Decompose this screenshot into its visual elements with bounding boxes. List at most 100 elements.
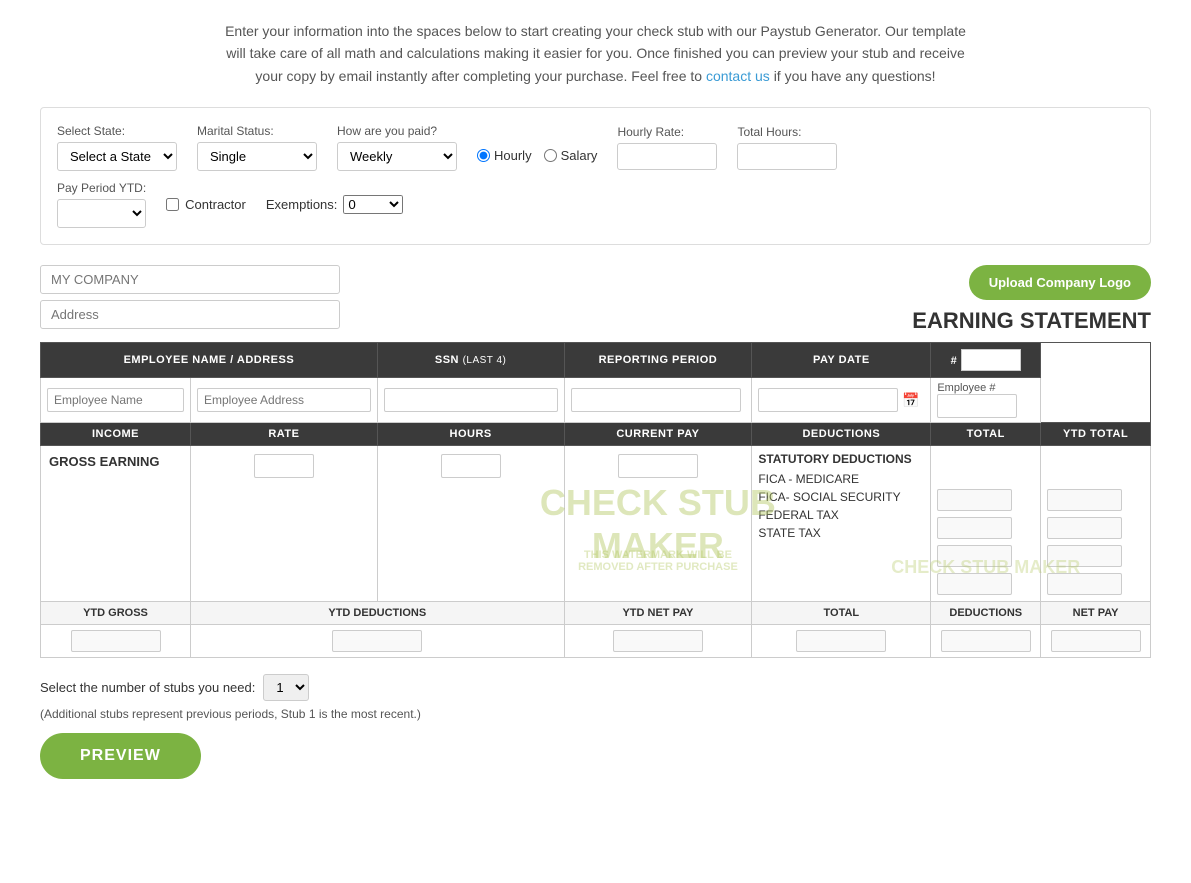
employee-info-row: XXXX 09/22/2023 - 09/28/2023 09/29/2023 … — [41, 378, 1151, 423]
total-hours-label: Total Hours: — [737, 125, 837, 139]
ytd-deductions-value-cell: 375.50 — [191, 625, 565, 658]
fica-medicare-row: FICA - MEDICARE — [758, 472, 924, 486]
federal-tax-ytd[interactable]: 225.50 — [1047, 545, 1122, 567]
right-header: Upload Company Logo EARNING STATEMENT — [912, 265, 1151, 334]
fica-ss-ytd-row: 124.00 — [1047, 517, 1144, 539]
contractor-label: Contractor — [185, 197, 246, 212]
deductions-summary-label: DEDUCTIONS — [931, 602, 1041, 625]
state-select[interactable]: Select a State — [57, 142, 177, 171]
employee-num-input[interactable] — [937, 394, 1017, 418]
summary-label-row: YTD GROSS YTD DEDUCTIONS YTD NET PAY TOT… — [41, 602, 1151, 625]
total-input[interactable]: 400.00 — [796, 630, 886, 652]
fica-ss-row: FICA- SOCIAL SECURITY — [758, 490, 924, 504]
calendar-icon[interactable]: 📅 — [902, 392, 919, 409]
contact-link[interactable]: contact us — [706, 68, 770, 84]
exemptions-group: Exemptions: 0 — [266, 195, 404, 214]
gross-rate-input[interactable]: 10 — [254, 454, 314, 478]
fica-ss-ytd[interactable]: 124.00 — [1047, 517, 1122, 539]
income-col-header: INCOME — [41, 423, 191, 446]
deductions-col-header: DEDUCTIONS — [752, 423, 931, 446]
total-hours-input[interactable]: 40 — [737, 143, 837, 170]
stub-header: Upload Company Logo EARNING STATEMENT — [40, 265, 1151, 334]
pay-period-label: Pay Period YTD: — [57, 181, 146, 195]
deductions-ytd-cell: 29.00 124.00 225.50 0.00 — [1041, 446, 1151, 602]
hours-col-header: HOURS — [377, 423, 564, 446]
deductions-input[interactable]: 75.10 — [941, 630, 1031, 652]
salary-radio[interactable] — [544, 149, 557, 162]
gross-hours-cell: 40 — [377, 446, 564, 602]
deductions-value-cell: 75.10 — [931, 625, 1041, 658]
state-tax-row: STATE TAX — [758, 526, 924, 540]
employee-name-cell — [41, 378, 191, 423]
marital-label: Marital Status: — [197, 124, 317, 138]
controls-box: Select State: Select a State Marital Sta… — [40, 107, 1151, 245]
ytd-gross-label: YTD GROSS — [41, 602, 191, 625]
stub-table: EMPLOYEE NAME / ADDRESS SSN (LAST 4) REP… — [40, 342, 1151, 658]
hourly-radio[interactable] — [477, 149, 490, 162]
state-tax-total[interactable]: 0.00 — [937, 573, 1012, 595]
pay-date-input[interactable]: 09/29/2023 — [758, 388, 898, 412]
gross-hours-input[interactable]: 40 — [441, 454, 501, 478]
ytd-deductions-label: YTD DEDUCTIONS — [191, 602, 565, 625]
stubs-label: Select the number of stubs you need: — [40, 680, 255, 695]
stubs-count-select[interactable]: 1 2 3 4 5 — [263, 674, 309, 701]
hourly-radio-label[interactable]: Hourly — [477, 148, 532, 163]
salary-radio-label[interactable]: Salary — [544, 148, 598, 163]
fica-ss-total-row: 24.80 — [937, 517, 1034, 539]
watermark-left: CHECK STUBMAKER — [540, 480, 776, 566]
period-cell: 09/22/2023 - 09/28/2023 — [564, 378, 752, 423]
ytd-gross-input[interactable]: 2000.00 — [71, 630, 161, 652]
income-header-row: INCOME RATE HOURS CURRENT PAY DEDUCTIONS… — [41, 423, 1151, 446]
ssn-input[interactable]: XXXX — [384, 388, 558, 412]
upload-logo-button[interactable]: Upload Company Logo — [969, 265, 1151, 300]
pay-period-select[interactable] — [57, 199, 146, 228]
federal-tax-total[interactable]: 44.50 — [937, 545, 1012, 567]
hourly-rate-input[interactable]: 10 — [617, 143, 717, 170]
state-tax-ytd[interactable]: 0.00 — [1047, 573, 1122, 595]
pay-type-select[interactable]: Weekly Bi-Weekly Monthly — [337, 142, 457, 171]
ytd-net-pay-input[interactable]: 1624.50 — [613, 630, 703, 652]
preview-button[interactable]: PREVIEW — [40, 733, 201, 779]
hash-input[interactable]: 1234 — [961, 349, 1021, 371]
pay-method-group: Hourly Salary — [477, 148, 597, 163]
ytd-spacer — [1047, 452, 1144, 467]
contractor-group[interactable]: Contractor — [166, 197, 246, 212]
pay-date-col-header: PAY DATE — [752, 343, 931, 378]
ytd-gross-value-cell: 2000.00 — [41, 625, 191, 658]
gross-current-pay-input[interactable]: 400.00 — [618, 454, 698, 478]
bottom-controls: Select the number of stubs you need: 1 2… — [40, 674, 1151, 779]
company-address-input[interactable] — [40, 300, 340, 329]
fica-medicare-total[interactable]: 5.80 — [937, 489, 1012, 511]
summary-values-row: 2000.00 375.50 1624.50 400.00 75.10 324.… — [41, 625, 1151, 658]
period-col-header: REPORTING PERIOD — [564, 343, 752, 378]
watermark-sub: THIS WATERMARK WILL BEREMOVED AFTER PURC… — [578, 549, 738, 573]
earning-title: EARNING STATEMENT — [912, 308, 1151, 334]
fica-medicare-ytd[interactable]: 29.00 — [1047, 489, 1122, 511]
pay-type-label: How are you paid? — [337, 124, 457, 138]
company-name-input[interactable] — [40, 265, 340, 294]
spacer — [937, 452, 1034, 467]
gross-earning-label: GROSS EARNING — [41, 446, 191, 602]
employee-name-input[interactable] — [47, 388, 184, 412]
marital-select[interactable]: Single Married — [197, 142, 317, 171]
exemptions-select[interactable]: 0 — [343, 195, 403, 214]
state-tax-total-row: 0.00 — [937, 573, 1034, 595]
net-pay-input[interactable]: 324.90 — [1051, 630, 1141, 652]
employee-address-input[interactable] — [197, 388, 371, 412]
pay-type-group: How are you paid? Weekly Bi-Weekly Month… — [337, 124, 457, 171]
table-header-row: EMPLOYEE NAME / ADDRESS SSN (LAST 4) REP… — [41, 343, 1151, 378]
current-pay-col-header: CURRENT PAY — [564, 423, 752, 446]
ssn-cell: XXXX — [377, 378, 564, 423]
hash-col-header: # 1234 — [931, 343, 1041, 378]
period-input[interactable]: 09/22/2023 - 09/28/2023 — [571, 388, 741, 412]
fica-medicare-label: FICA - MEDICARE — [758, 472, 859, 486]
federal-tax-ytd-row: 225.50 — [1047, 545, 1144, 567]
ytd-deductions-input[interactable]: 375.50 — [332, 630, 422, 652]
contractor-checkbox[interactable] — [166, 198, 179, 211]
fica-ss-total[interactable]: 24.80 — [937, 517, 1012, 539]
ytd-net-pay-value-cell: 1624.50 — [564, 625, 752, 658]
state-label: Select State: — [57, 124, 177, 138]
employee-address-cell — [191, 378, 378, 423]
ytd-total-col-header: YTD TOTAL — [1041, 423, 1151, 446]
exemptions-label: Exemptions: — [266, 197, 338, 212]
